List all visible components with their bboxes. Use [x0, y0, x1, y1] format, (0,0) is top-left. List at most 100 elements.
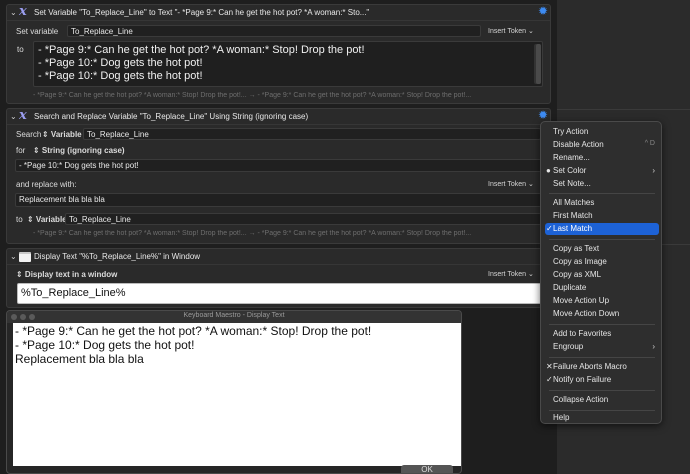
checkmark-icon: ✓	[546, 375, 553, 384]
menu-item-failure-aborts-macro[interactable]: ✕ Failure Aborts Macro	[545, 361, 659, 373]
chevron-down-icon[interactable]: ⌄	[10, 112, 17, 121]
scrollbar[interactable]	[534, 44, 541, 84]
display-text-content[interactable]: - *Page 9:* Can he get the hot pot? *A w…	[13, 323, 461, 466]
menu-item-add-to-favorites[interactable]: Add to Favorites	[545, 328, 659, 340]
menu-item-duplicate[interactable]: Duplicate	[545, 282, 659, 294]
replace-string-field[interactable]: Replacement bla bla bla	[15, 193, 543, 207]
menu-separator	[549, 357, 655, 358]
menu-item-notify-on-failure[interactable]: ✓ Notify on Failure	[545, 374, 659, 386]
search-variable-field[interactable]: To_Replace_Line	[83, 128, 541, 140]
action-header[interactable]: ⌄ Display Text "%To_Replace_Line%" in Wi…	[7, 249, 550, 265]
menu-item-label: Notify on Failure	[553, 375, 612, 384]
menu-item-label: Move Action Up	[553, 296, 610, 305]
action-title: Search and Replace Variable "To_Replace_…	[34, 112, 309, 121]
for-type-popup[interactable]: ⇕ String (ignoring case)	[33, 146, 125, 155]
menu-item-copy-as-image[interactable]: Copy as Image	[545, 256, 659, 268]
menu-item-label: Move Action Down	[553, 309, 620, 318]
gear-icon[interactable]: ✹	[538, 4, 548, 18]
menu-item-engroup[interactable]: Engroup ›	[545, 341, 659, 353]
chevron-right-icon: ›	[652, 166, 655, 175]
window-icon	[19, 252, 31, 262]
output-line: Replacement bla bla bla	[15, 352, 144, 366]
display-mode-popup[interactable]: ⇕ Display text in a window	[16, 270, 117, 279]
destination-variable-field[interactable]: To_Replace_Line	[65, 213, 543, 225]
search-label: Search	[16, 130, 42, 139]
display-text-window[interactable]: Keyboard Maestro - Display Text - *Page …	[6, 310, 462, 474]
insert-token-button[interactable]: Insert Token ⌄	[488, 180, 534, 188]
menu-separator	[549, 239, 655, 240]
checkmark-icon: ✓	[546, 224, 553, 233]
action-title: Set Variable "To_Replace_Line" to Text "…	[34, 8, 370, 17]
menu-item-label: First Match	[553, 211, 593, 220]
result-preview: - *Page 9:* Can he get the hot pot? *A w…	[33, 92, 472, 99]
action-header[interactable]: ⌄ x Set Variable "To_Replace_Line" to Te…	[7, 4, 550, 21]
menu-item-last-match[interactable]: ✓ Last Match	[545, 223, 659, 235]
menu-item-rename[interactable]: Rename...	[545, 152, 659, 164]
variable-name-field[interactable]: To_Replace_Line	[67, 25, 481, 37]
x-variable-icon: x	[19, 108, 27, 123]
replace-label: and replace with:	[16, 180, 77, 189]
menu-separator	[549, 410, 655, 411]
insert-token-button[interactable]: Insert Token ⌄	[488, 27, 534, 35]
menu-item-label: Set Note...	[553, 179, 591, 188]
output-line: - *Page 10:* Dog gets the hot pot!	[15, 338, 195, 352]
menu-separator	[549, 390, 655, 391]
gear-icon[interactable]: ✹	[538, 108, 548, 122]
menu-item-label: Set Color	[553, 166, 587, 175]
search-type-popup[interactable]: ⇕ Variable	[42, 130, 82, 139]
ok-button[interactable]: OK	[401, 465, 453, 473]
menu-item-label: Duplicate	[553, 283, 587, 292]
chevron-down-icon[interactable]: ⌄	[10, 8, 17, 17]
menu-item-move-action-down[interactable]: Move Action Down	[545, 308, 659, 320]
menu-item-help[interactable]: Help	[545, 412, 659, 424]
menu-item-all-matches[interactable]: All Matches	[545, 197, 659, 209]
menu-item-label: Try Action	[553, 127, 589, 136]
menu-item-label: Copy as Image	[553, 257, 607, 266]
for-label: for	[16, 146, 26, 155]
insert-token-button[interactable]: Insert Token ⌄	[488, 270, 534, 278]
result-preview: - *Page 9:* Can he get the hot pot? *A w…	[33, 230, 472, 237]
chevron-down-icon[interactable]: ⌄	[10, 252, 17, 261]
text-line: - *Page 10:* Dog gets the hot pot!	[38, 57, 203, 69]
search-string-field[interactable]: - *Page 10:* Dog gets the hot pot!	[15, 159, 543, 172]
menu-item-label: Last Match	[553, 224, 593, 233]
x-mark-icon: ✕	[546, 362, 553, 371]
color-dot-icon: ●	[546, 166, 551, 175]
display-text-field[interactable]: %To_Replace_Line%	[17, 283, 543, 304]
menu-item-label: Help	[553, 413, 570, 422]
output-line: - *Page 9:* Can he get the hot pot? *A w…	[15, 324, 372, 338]
window-title: Keyboard Maestro - Display Text	[183, 312, 285, 319]
menu-item-label: Rename...	[553, 153, 590, 162]
chevron-right-icon: ›	[652, 342, 655, 351]
to-label: to	[17, 45, 24, 54]
scrollbar-thumb[interactable]	[536, 44, 541, 84]
menu-item-move-action-up[interactable]: Move Action Up	[545, 295, 659, 307]
search-replace-action[interactable]: ⌄ x Search and Replace Variable "To_Repl…	[6, 108, 551, 244]
menu-item-disable-action[interactable]: Disable Action ^ D	[545, 139, 659, 151]
set-variable-action[interactable]: ⌄ x Set Variable "To_Replace_Line" to Te…	[6, 4, 551, 104]
shortcut-label: ^ D	[644, 140, 655, 147]
menu-item-set-color[interactable]: ● Set Color ›	[545, 165, 659, 177]
action-title: Display Text "%To_Replace_Line%" in Wind…	[34, 252, 201, 261]
menu-item-try-action[interactable]: Try Action	[545, 126, 659, 138]
set-variable-label: Set variable	[16, 27, 59, 36]
display-text-action[interactable]: ⌄ Display Text "%To_Replace_Line%" in Wi…	[6, 248, 551, 308]
menu-item-label: Engroup	[553, 342, 584, 351]
menu-item-label: Disable Action	[553, 140, 604, 149]
to-type-popup[interactable]: ⇕ Variable	[27, 215, 67, 224]
to-label: to	[16, 215, 23, 224]
menu-item-label: Copy as Text	[553, 244, 600, 253]
action-context-menu[interactable]: Try Action Disable Action ^ D Rename... ●…	[540, 121, 662, 424]
menu-item-label: Collapse Action	[553, 395, 609, 404]
menu-separator	[549, 193, 655, 194]
menu-item-copy-as-xml[interactable]: Copy as XML	[545, 269, 659, 281]
action-header[interactable]: ⌄ x Search and Replace Variable "To_Repl…	[7, 108, 550, 125]
menu-item-copy-as-text[interactable]: Copy as Text	[545, 243, 659, 255]
menu-item-set-note[interactable]: Set Note...	[545, 178, 659, 190]
menu-item-label: All Matches	[553, 198, 595, 207]
window-titlebar[interactable]: Keyboard Maestro - Display Text	[7, 311, 461, 323]
menu-item-first-match[interactable]: First Match	[545, 210, 659, 222]
menu-item-collapse-action[interactable]: Collapse Action	[545, 394, 659, 406]
menu-item-label: Add to Favorites	[553, 329, 612, 338]
text-value-area[interactable]: - *Page 9:* Can he get the hot pot? *A w…	[33, 41, 543, 87]
